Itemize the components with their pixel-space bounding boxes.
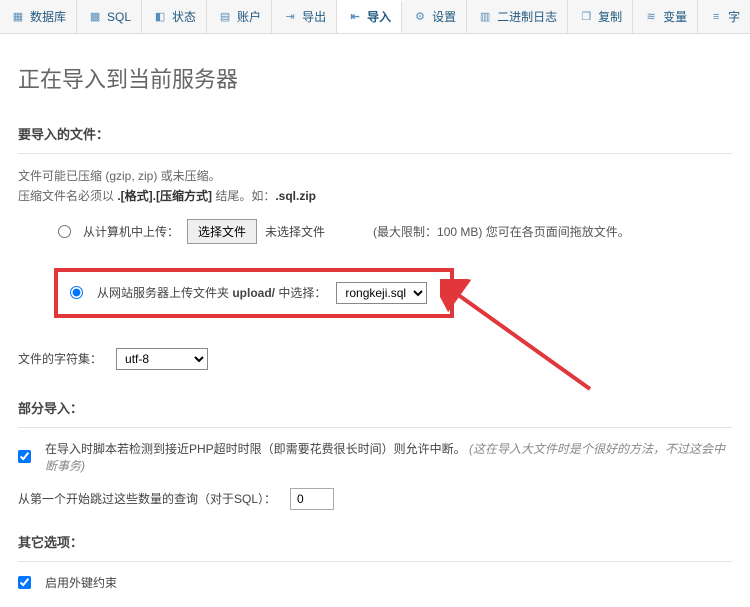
charset-label: 文件的字符集： (18, 350, 102, 367)
skip-queries-row: 从第一个开始跳过这些数量的查询（对于SQL）： (18, 488, 732, 510)
upload-from-server-highlight: 从网站服务器上传文件夹 upload/ 中选择： rongkeji.sql (54, 268, 454, 318)
desc-line1: 文件可能已压缩 (gzip, zip) 或未压缩。 (18, 169, 221, 183)
gear-icon: ⚙ (412, 9, 428, 25)
tab-binlog[interactable]: ▥ 二进制日志 (467, 0, 568, 33)
enable-fk-label: 启用外键约束 (45, 574, 117, 591)
upload-computer-label: 从计算机中上传： (83, 223, 179, 240)
upload-from-computer-row: 从计算机中上传： 选择文件 未选择文件 (最大限制：100 MB) 您可在各页面… (58, 219, 732, 244)
tabs-bar: ▦ 数据库 ▩ SQL ◧ 状态 ▤ 账户 ⇥ 导出 ⇤ 导入 ⚙ 设置 ▥ 二… (0, 0, 750, 34)
skip-queries-label: 从第一个开始跳过这些数量的查询（对于SQL）： (18, 490, 276, 507)
desc-format: .[格式].[压缩方式] (117, 189, 212, 203)
tab-label: SQL (107, 10, 131, 24)
page-body: 正在导入到当前服务器 要导入的文件： 文件可能已压缩 (gzip, zip) 或… (0, 34, 750, 607)
tab-import[interactable]: ⇤ 导入 (337, 1, 402, 34)
tab-label: 变量 (663, 8, 687, 25)
skip-queries-input[interactable] (290, 488, 334, 510)
separator (18, 153, 732, 154)
choose-file-button[interactable]: 选择文件 (187, 219, 257, 244)
tab-status[interactable]: ◧ 状态 (142, 0, 207, 33)
allow-interrupt-checkbox[interactable] (18, 450, 31, 463)
tab-settings[interactable]: ⚙ 设置 (402, 0, 467, 33)
file-desc: 文件可能已压缩 (gzip, zip) 或未压缩。 压缩文件名必须以 .[格式]… (18, 166, 732, 207)
desc-line2c: 结尾。如： (212, 189, 275, 203)
char-icon: ≡ (708, 9, 724, 25)
server-upload-label: 从网站服务器上传文件夹 upload/ 中选择： (97, 284, 326, 301)
annotation-arrow (440, 279, 600, 399)
separator (18, 427, 732, 428)
radio-from-computer[interactable] (58, 225, 71, 238)
variables-icon: ≋ (643, 9, 659, 25)
tab-label: 数据库 (30, 8, 66, 25)
section-file-to-import: 要导入的文件： (18, 124, 732, 143)
accounts-icon: ▤ (217, 9, 233, 25)
page-title: 正在导入到当前服务器 (18, 62, 732, 94)
sql-icon: ▩ (87, 9, 103, 25)
no-file-selected: 未选择文件 (265, 223, 325, 240)
charset-row: 文件的字符集： utf-8 (18, 348, 732, 370)
tab-char[interactable]: ≡ 字 (698, 0, 750, 33)
partial-desc: 在导入时脚本若检测到接近PHP超时时限（即需要花费很长时间）则允许中断。 (这在… (45, 440, 732, 474)
section-partial-import: 部分导入： (18, 398, 732, 417)
tab-variables[interactable]: ≋ 变量 (633, 0, 698, 33)
tab-label: 导入 (367, 8, 391, 25)
tab-sql[interactable]: ▩ SQL (77, 0, 142, 33)
charset-select[interactable]: utf-8 (116, 348, 208, 370)
enable-fk-row: 启用外键约束 (18, 574, 732, 591)
desc-example: .sql.zip (275, 189, 316, 203)
tab-export[interactable]: ⇥ 导出 (272, 0, 337, 33)
max-limit-hint: (最大限制：100 MB) 您可在各页面间拖放文件。 (373, 223, 630, 240)
partial-import-row: 在导入时脚本若检测到接近PHP超时时限（即需要花费很长时间）则允许中断。 (这在… (18, 440, 732, 474)
tab-copy[interactable]: ❐ 复制 (568, 0, 633, 33)
tab-label: 状态 (172, 8, 196, 25)
section-other-options: 其它选项： (18, 532, 732, 551)
tab-label: 字 (728, 8, 740, 25)
separator (18, 561, 732, 562)
tab-label: 复制 (598, 8, 622, 25)
status-icon: ◧ (152, 9, 168, 25)
server-file-select[interactable]: rongkeji.sql (336, 282, 427, 304)
enable-fk-checkbox[interactable] (18, 576, 31, 589)
tab-label: 账户 (237, 8, 261, 25)
copy-icon: ❐ (578, 9, 594, 25)
desc-line2a: 压缩文件名必须以 (18, 189, 117, 203)
export-icon: ⇥ (282, 9, 298, 25)
tab-database[interactable]: ▦ 数据库 (0, 0, 77, 33)
tab-label: 设置 (432, 8, 456, 25)
import-icon: ⇤ (347, 8, 363, 24)
tab-label: 导出 (302, 8, 326, 25)
radio-from-server[interactable] (70, 286, 83, 299)
binlog-icon: ▥ (477, 9, 493, 25)
tab-accounts[interactable]: ▤ 账户 (207, 0, 272, 33)
database-icon: ▦ (10, 9, 26, 25)
tab-label: 二进制日志 (497, 8, 557, 25)
